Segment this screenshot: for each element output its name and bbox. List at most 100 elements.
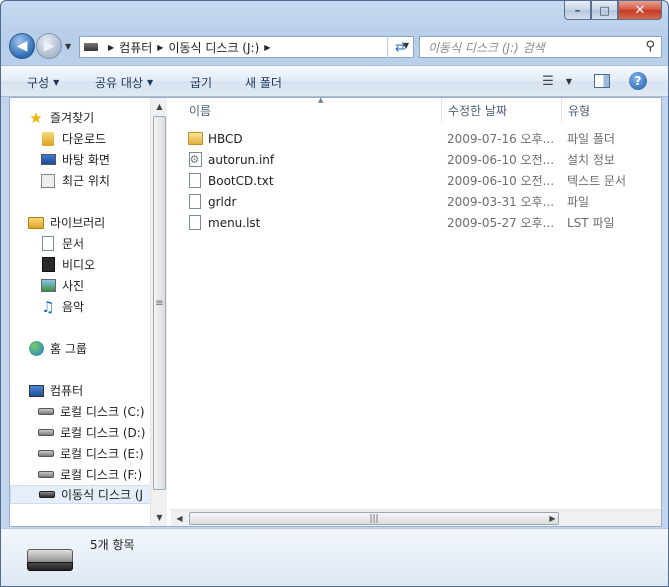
file-name: grldr: [208, 194, 237, 209]
sidebar-item-drive-j[interactable]: 이동식 디스크 (J: [10, 485, 158, 504]
sidebar-item-documents[interactable]: 문서: [40, 234, 84, 253]
sidebar-item-desktop[interactable]: 바탕 화면: [40, 150, 110, 169]
sidebar-item-drive-f[interactable]: 로컬 디스크 (F:): [38, 465, 142, 484]
chevron-right-icon[interactable]: ▶: [157, 43, 163, 52]
column-header-type[interactable]: 유형: [562, 98, 661, 122]
sidebar-item-drive-d[interactable]: 로컬 디스크 (D:): [38, 423, 145, 442]
hard-drive-icon: [38, 404, 54, 420]
file-row-hbcd[interactable]: HBCD 2009-07-16 오후... 파일 폴더: [171, 128, 661, 149]
scroll-right-button[interactable]: ▶: [544, 510, 561, 527]
scroll-left-button[interactable]: ◀: [171, 510, 188, 527]
file-name: menu.lst: [208, 215, 261, 230]
back-button[interactable]: ◀: [9, 33, 35, 59]
music-icon: ♫: [41, 297, 55, 316]
file-row-autorun[interactable]: autorun.inf 2009-06-10 오전... 설치 정보: [171, 149, 661, 170]
hard-drive-icon: [38, 425, 54, 441]
close-button[interactable]: ✕: [618, 1, 662, 20]
organize-button[interactable]: 구성 ▼: [27, 74, 59, 91]
burn-button[interactable]: 굽기: [190, 74, 212, 91]
navigation-pane-scrollbar[interactable]: ▲ ≡ ▼: [150, 98, 167, 526]
search-icon[interactable]: ⚲: [645, 39, 655, 54]
preview-pane-button[interactable]: [593, 71, 611, 91]
item-count: 5개 항목: [90, 538, 135, 552]
burn-label: 굽기: [190, 76, 213, 90]
file-date: 2009-06-10 오전...: [447, 174, 555, 188]
sidebar-item-drive-e[interactable]: 로컬 디스크 (E:): [38, 444, 144, 463]
minimize-button[interactable]: –: [564, 1, 591, 20]
sidebar-item-label: 이동식 디스크 (J: [61, 488, 144, 502]
sidebar-item-label: 바탕 화면: [62, 153, 110, 167]
search-placeholder: 이동식 디스크 (J:) 검색: [428, 40, 545, 55]
refresh-button[interactable]: ⇄: [387, 36, 413, 58]
search-input[interactable]: 이동식 디스크 (J:) 검색 ⚲: [419, 36, 662, 58]
scroll-up-button[interactable]: ▲: [151, 98, 168, 115]
help-button[interactable]: ?: [628, 71, 648, 91]
sidebar-item-downloads[interactable]: 다운로드: [40, 129, 106, 148]
sidebar-item-label: 문서: [62, 237, 85, 251]
recent-places-icon: [40, 173, 56, 189]
sidebar-item-drive-c[interactable]: 로컬 디스크 (C:): [38, 402, 145, 421]
recent-pages-dropdown[interactable]: ▼: [65, 42, 71, 51]
file-row-menu[interactable]: menu.lst 2009-05-27 오후... LST 파일: [171, 212, 661, 233]
scrollbar-thumb[interactable]: |||: [189, 512, 559, 525]
column-name-label: 이름: [189, 103, 212, 118]
share-with-button[interactable]: 공유 대상 ▼: [95, 74, 153, 91]
triangle-left-icon: ◀: [176, 514, 183, 523]
pictures-icon: [40, 278, 56, 294]
file-row-bootcd[interactable]: BootCD.txt 2009-06-10 오전... 텍스트 문서: [171, 170, 661, 191]
column-header-date[interactable]: 수정한 날짜: [442, 98, 562, 122]
sidebar-item-computer[interactable]: 컴퓨터: [28, 381, 83, 400]
sidebar-item-label: 최근 위치: [62, 174, 110, 188]
sidebar-item-pictures[interactable]: 사진: [40, 276, 84, 295]
usb-drive-icon: [39, 487, 55, 503]
navigation-pane: ★ 즐겨찾기 다운로드 바탕 화면 최근 위치 라이브러리 문서 비디오 사진 …: [10, 98, 158, 526]
sidebar-item-favorites[interactable]: ★ 즐겨찾기: [28, 108, 94, 127]
explorer-content: ★ 즐겨찾기 다운로드 바탕 화면 최근 위치 라이브러리 문서 비디오 사진 …: [9, 96, 662, 527]
file-type: 파일 폴더: [567, 132, 615, 146]
breadcrumb: ▶ 컴퓨터 ▶ 이동식 디스크 (J:) ▶: [103, 39, 275, 56]
sidebar-item-videos[interactable]: 비디오: [40, 255, 95, 274]
chevron-right-icon[interactable]: ▶: [108, 43, 114, 52]
file-name: HBCD: [208, 131, 243, 146]
arrow-left-icon: ◀: [16, 38, 28, 54]
text-file-icon: [187, 173, 203, 189]
view-options-dropdown[interactable]: ▼: [563, 71, 575, 91]
triangle-down-icon: ▼: [156, 513, 163, 522]
sidebar-item-label: 비디오: [62, 258, 96, 272]
file-type: 설치 정보: [567, 153, 615, 167]
file-row-grldr[interactable]: grldr 2009-03-31 오후... 파일: [171, 191, 661, 212]
folder-icon: [187, 131, 203, 147]
sidebar-item-music[interactable]: ♫ 음악: [40, 297, 84, 316]
chevron-right-icon[interactable]: ▶: [264, 43, 270, 52]
column-date-label: 수정한 날짜: [448, 103, 508, 118]
new-folder-button[interactable]: 새 폴더: [245, 74, 282, 91]
chevron-down-icon: ▼: [53, 78, 60, 87]
details-pane: 5개 항목: [1, 528, 668, 586]
address-bar[interactable]: ▶ 컴퓨터 ▶ 이동식 디스크 (J:) ▶ ▼: [79, 36, 414, 58]
forward-button[interactable]: ▶: [36, 33, 62, 59]
computer-icon: [28, 383, 44, 399]
drive-icon: [84, 43, 98, 51]
maximize-button[interactable]: □: [591, 1, 618, 20]
file-type: LST 파일: [567, 216, 615, 230]
breadcrumb-computer[interactable]: 컴퓨터: [119, 39, 152, 56]
change-view-button[interactable]: ☰: [539, 71, 557, 91]
sidebar-item-label: 음악: [62, 300, 85, 314]
file-list-horizontal-scrollbar[interactable]: ◀ ||| ▶: [171, 509, 661, 526]
usb-drive-icon: [27, 549, 73, 571]
file-date: 2009-07-16 오후...: [447, 132, 555, 146]
column-header-name[interactable]: ▲ 이름: [183, 96, 442, 122]
breadcrumb-removable-disk[interactable]: 이동식 디스크 (J:): [168, 39, 259, 56]
command-bar: 구성 ▼ 공유 대상 ▼ 굽기 새 폴더 ☰ ▼ ?: [1, 65, 668, 97]
scrollbar-thumb[interactable]: ≡: [153, 116, 166, 490]
scroll-down-button[interactable]: ▼: [151, 509, 168, 526]
sidebar-item-homegroup[interactable]: 홈 그룹: [28, 339, 87, 358]
sidebar-item-recent-places[interactable]: 최근 위치: [40, 171, 110, 190]
nav-buttons: ◀ ▶ ▼: [9, 33, 71, 59]
triangle-up-icon: ▲: [156, 102, 163, 111]
star-icon: ★: [29, 108, 43, 127]
sidebar-item-label: 로컬 디스크 (E:): [60, 447, 144, 461]
sidebar-favorites-label: 즐겨찾기: [50, 111, 95, 125]
file-icon: [187, 215, 203, 231]
sidebar-item-libraries[interactable]: 라이브러리: [28, 213, 105, 232]
